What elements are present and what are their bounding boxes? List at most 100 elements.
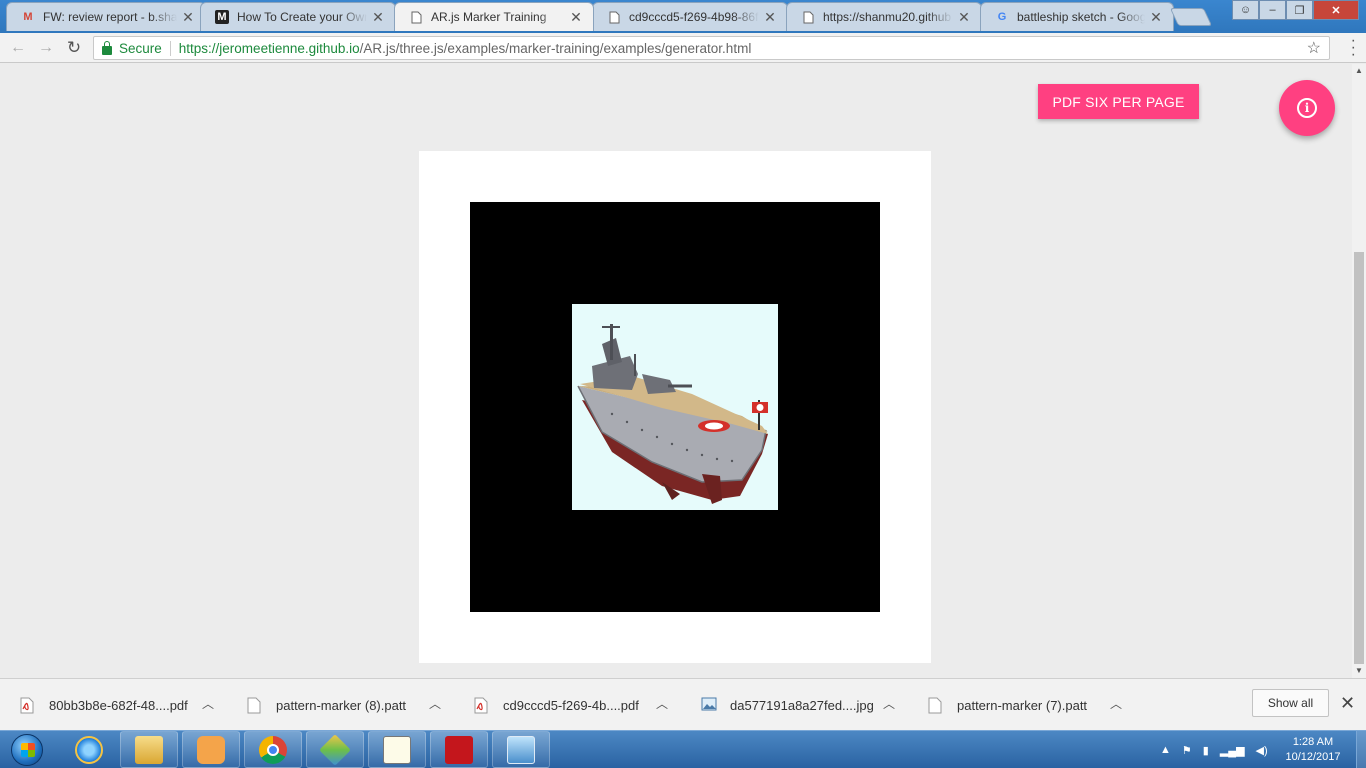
taskbar-app[interactable] bbox=[430, 731, 488, 768]
url-host: https://jeromeetienne.github.io bbox=[178, 40, 360, 56]
action-center-icon[interactable]: ⚑ bbox=[1182, 744, 1192, 757]
page-viewport: PDF SIX PER PAGE i bbox=[0, 64, 1352, 678]
battleship-image bbox=[572, 304, 778, 510]
download-filename: pattern-marker (8).patt bbox=[276, 697, 407, 713]
tab-strip: M FW: review report - b.sha ✕ M How To C… bbox=[0, 0, 1366, 33]
scroll-down-icon[interactable]: ▼ bbox=[1355, 666, 1363, 675]
marker-border bbox=[470, 202, 880, 612]
url-path: /AR.js/three.js/examples/marker-training… bbox=[359, 40, 752, 56]
address-bar[interactable]: Secure https://jeromeetienne.github.io/A… bbox=[93, 36, 1330, 60]
page-icon bbox=[409, 10, 423, 24]
taskbar-app[interactable] bbox=[368, 731, 426, 768]
tab-gmail[interactable]: M FW: review report - b.sha ✕ bbox=[6, 2, 206, 31]
taskbar-app[interactable] bbox=[306, 731, 364, 768]
clock[interactable]: 1:28 AM 10/12/2017 bbox=[1283, 735, 1343, 765]
close-icon[interactable]: ✕ bbox=[1340, 693, 1355, 714]
menu-kebab-icon[interactable]: · · · bbox=[1351, 33, 1356, 63]
battery-icon[interactable]: ▮ bbox=[1203, 744, 1209, 757]
chevron-up-icon[interactable]: ︿ bbox=[1110, 695, 1122, 712]
graph-icon bbox=[383, 735, 411, 764]
minimize-button[interactable]: – bbox=[1259, 0, 1286, 20]
chevron-up-icon[interactable]: ︿ bbox=[429, 695, 441, 712]
show-desktop-button[interactable] bbox=[1356, 731, 1366, 768]
tab-shanmu20[interactable]: https://shanmu20.github ✕ bbox=[786, 2, 982, 31]
system-tray: ▲ ⚑ ▮ ▂▄▆ ◀) bbox=[1160, 731, 1279, 768]
gmail-icon: M bbox=[23, 11, 33, 23]
tab-cd9cccd5[interactable]: cd9cccd5-f269-4b98-86f ✕ bbox=[592, 2, 788, 31]
close-icon[interactable]: ✕ bbox=[569, 9, 583, 26]
taskbar-app[interactable] bbox=[244, 731, 302, 768]
tab-title: https://shanmu20.github bbox=[823, 10, 952, 24]
file-explorer-icon bbox=[135, 735, 163, 764]
google-icon: G bbox=[997, 11, 1007, 23]
close-icon[interactable]: ✕ bbox=[763, 9, 777, 26]
media-player-icon bbox=[197, 735, 225, 764]
window-controls: ☺ – ❐ ✕ bbox=[1232, 0, 1359, 20]
internet-explorer-icon bbox=[75, 735, 103, 764]
page-icon bbox=[801, 10, 815, 24]
taskbar-app[interactable] bbox=[492, 731, 550, 768]
clock-date: 10/12/2017 bbox=[1285, 751, 1341, 763]
acrobat-icon bbox=[445, 735, 473, 764]
taskbar-app[interactable] bbox=[120, 731, 178, 768]
download-item[interactable]: pattern-marker (7).patt ︿ bbox=[928, 679, 1138, 731]
close-icon[interactable]: ✕ bbox=[371, 9, 385, 26]
download-item[interactable]: 80bb3b8e-682f-48....pdf ︿ bbox=[20, 679, 230, 731]
file-icon bbox=[247, 697, 261, 714]
page-icon bbox=[607, 10, 621, 24]
pdf-six-per-page-button[interactable]: PDF SIX PER PAGE bbox=[1038, 84, 1199, 119]
forward-arrow-icon[interactable]: → bbox=[36, 38, 56, 58]
tray-expand-icon[interactable]: ▲ bbox=[1160, 744, 1171, 756]
new-tab-button[interactable] bbox=[1169, 8, 1213, 26]
clock-time: 1:28 AM bbox=[1292, 736, 1334, 748]
tab-medium[interactable]: M How To Create your Own ✕ bbox=[200, 2, 396, 31]
download-item[interactable]: cd9cccd5-f269-4b....pdf ︿ bbox=[474, 679, 684, 731]
show-all-downloads-button[interactable]: Show all bbox=[1252, 689, 1329, 717]
tab-title: How To Create your Own bbox=[237, 10, 367, 24]
chevron-up-icon[interactable]: ︿ bbox=[202, 695, 214, 712]
volume-icon[interactable]: ◀) bbox=[1256, 744, 1268, 757]
close-icon[interactable]: ✕ bbox=[957, 9, 971, 26]
info-icon: i bbox=[1297, 98, 1317, 118]
scrollbar-thumb[interactable] bbox=[1354, 252, 1364, 664]
back-arrow-icon[interactable]: ← bbox=[8, 38, 28, 58]
download-item[interactable]: pattern-marker (8).patt ︿ bbox=[247, 679, 457, 731]
chevron-up-icon[interactable]: ︿ bbox=[883, 695, 895, 712]
secure-label: Secure bbox=[119, 40, 171, 56]
chevron-up-icon[interactable]: ︿ bbox=[656, 695, 668, 712]
windows-orb-icon bbox=[11, 734, 43, 766]
network-signal-icon[interactable]: ▂▄▆ bbox=[1220, 744, 1245, 757]
start-button[interactable] bbox=[4, 732, 50, 768]
pdf-file-icon bbox=[20, 697, 34, 714]
close-window-button[interactable]: ✕ bbox=[1313, 0, 1359, 20]
info-button[interactable]: i bbox=[1279, 80, 1335, 136]
reload-icon[interactable]: ↻ bbox=[64, 38, 84, 58]
download-item[interactable]: da577191a8a27fed....jpg ︿ bbox=[701, 679, 911, 731]
taskbar-app[interactable] bbox=[60, 731, 118, 768]
close-icon[interactable]: ✕ bbox=[181, 9, 195, 26]
file-icon bbox=[928, 697, 942, 714]
maximize-button[interactable]: ❐ bbox=[1286, 0, 1313, 20]
marker-preview bbox=[419, 151, 931, 663]
taskbar-app[interactable] bbox=[182, 731, 240, 768]
tab-title: FW: review report - b.sha bbox=[43, 10, 177, 24]
close-icon[interactable]: ✕ bbox=[1149, 9, 1163, 26]
tab-title: battleship sketch - Googl bbox=[1017, 10, 1145, 24]
page-scrollbar[interactable]: ▲ ▼ bbox=[1352, 64, 1366, 678]
browser-toolbar: ← → ↻ Secure https://jeromeetienne.githu… bbox=[0, 33, 1366, 63]
pdf-file-icon bbox=[474, 697, 488, 714]
lock-icon bbox=[102, 40, 112, 55]
download-filename: da577191a8a27fed....jpg bbox=[730, 697, 874, 713]
url-text[interactable]: https://jeromeetienne.github.io/AR.js/th… bbox=[179, 41, 752, 56]
battleship-illustration bbox=[577, 324, 768, 504]
user-icon[interactable]: ☺ bbox=[1232, 0, 1259, 20]
chrome-icon bbox=[259, 735, 287, 764]
bookmark-star-icon[interactable]: ☆ bbox=[1307, 38, 1321, 58]
photo-viewer-icon bbox=[507, 735, 535, 764]
paint-icon bbox=[319, 733, 351, 766]
tab-google-search[interactable]: G battleship sketch - Googl ✕ bbox=[980, 2, 1174, 31]
tab-title: AR.js Marker Training bbox=[431, 10, 547, 24]
scroll-up-icon[interactable]: ▲ bbox=[1355, 66, 1363, 75]
download-filename: cd9cccd5-f269-4b....pdf bbox=[503, 697, 639, 713]
tab-ar-marker-training[interactable]: AR.js Marker Training ✕ bbox=[394, 2, 594, 31]
